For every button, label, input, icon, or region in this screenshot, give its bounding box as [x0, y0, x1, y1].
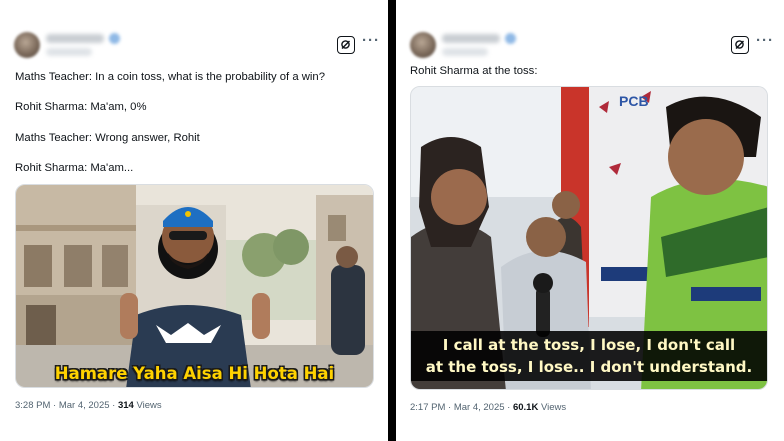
grok-icon	[735, 40, 744, 49]
blurred-handle[interactable]	[442, 48, 488, 56]
subtitle-line: at the toss, I lose.. I don't understand…	[425, 358, 753, 376]
grok-button[interactable]	[337, 36, 355, 54]
tweet-text-line: Maths Teacher: Wrong answer, Rohit	[15, 132, 200, 144]
blurred-handle[interactable]	[46, 48, 92, 56]
tweet-header: ···	[410, 28, 773, 68]
tweet-media-image[interactable]: PCB I call at the toss, I lose, I don't …	[410, 86, 768, 390]
tweet-text-line: Rohit Sharma: Ma'am, 0%	[15, 101, 147, 113]
grok-icon	[341, 40, 350, 49]
right-tweet: ··· Rohit Sharma at the toss: PCB I call…	[396, 0, 784, 441]
views-label: Views	[538, 402, 567, 413]
subtitle-line: I call at the toss, I lose, I don't call	[442, 336, 736, 354]
pcb-sign-text: PCB	[619, 93, 649, 109]
tweet-text-line: Maths Teacher: In a coin toss, what is t…	[15, 71, 325, 83]
grok-button[interactable]	[731, 36, 749, 54]
views-count: 60.1K	[512, 402, 539, 413]
tweet-header: ···	[14, 28, 379, 68]
more-options-button[interactable]: ···	[756, 33, 774, 48]
timestamp[interactable]: 3:28 PM · Mar 4, 2025 ·	[15, 400, 118, 411]
avatar[interactable]	[14, 32, 40, 58]
tweet-media-image[interactable]: Hamare Yaha Aisa Hi Hota Hai	[15, 184, 374, 388]
avatar[interactable]	[410, 32, 436, 58]
left-tweet: ··· Maths Teacher: In a coin toss, what …	[0, 0, 388, 441]
timestamp[interactable]: 2:17 PM · Mar 4, 2025 ·	[410, 402, 513, 413]
more-options-button[interactable]: ···	[362, 33, 380, 48]
blurred-display-name[interactable]	[46, 34, 104, 43]
views-count: 314	[117, 400, 134, 411]
tweet-footer: 2:17 PM · Mar 4, 2025 · 60.1K Views	[410, 402, 566, 413]
tweet-footer: 3:28 PM · Mar 4, 2025 · 314 Views	[15, 400, 162, 411]
tweet-text-line: Rohit Sharma: Ma'am...	[15, 162, 134, 174]
video-subtitle: I call at the toss, I lose, I don't call…	[411, 331, 767, 381]
panel-divider	[388, 0, 396, 441]
blurred-display-name[interactable]	[442, 34, 500, 43]
verified-badge-icon	[505, 33, 516, 44]
meme-street-scene	[16, 185, 373, 387]
tweet-text-line: Rohit Sharma at the toss:	[410, 65, 538, 77]
views-label: Views	[133, 400, 162, 411]
meme-caption: Hamare Yaha Aisa Hi Hota Hai	[54, 364, 335, 383]
verified-badge-icon	[109, 33, 120, 44]
